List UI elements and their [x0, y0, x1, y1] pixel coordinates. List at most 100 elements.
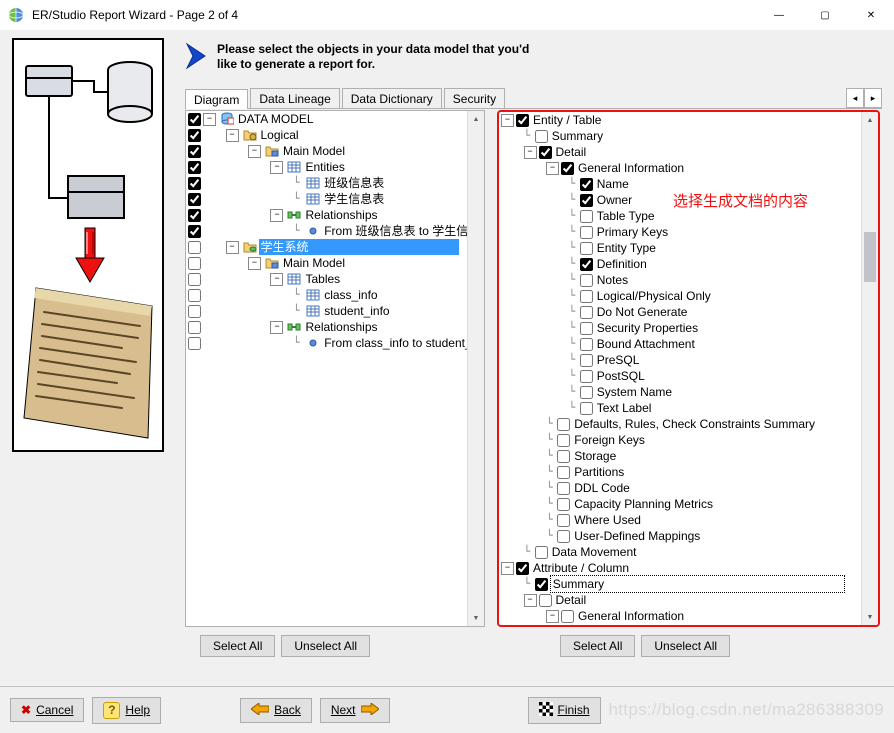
tree-checkbox[interactable]	[188, 209, 201, 222]
tree-checkbox[interactable]	[539, 146, 552, 159]
tree-checkbox[interactable]	[516, 114, 529, 127]
tree-row[interactable]: └ student_info	[186, 303, 468, 319]
options-tree-scrollbar[interactable]: ▲▼	[861, 112, 878, 625]
tree-row[interactable]: −General Information	[499, 160, 862, 176]
tab-scroll-right[interactable]: ▸	[864, 88, 882, 108]
tree-row[interactable]: └ Do Not Generate	[499, 304, 862, 320]
tree-checkbox[interactable]	[188, 193, 201, 206]
back-button[interactable]: Back	[240, 698, 312, 723]
tree-checkbox[interactable]	[580, 226, 593, 239]
tree-row[interactable]: −学生系统	[186, 239, 468, 255]
tree-checkbox[interactable]	[188, 113, 201, 126]
tab-scroll-left[interactable]: ◂	[846, 88, 864, 108]
tab-data-dictionary[interactable]: Data Dictionary	[342, 88, 442, 108]
tree-row[interactable]: └ Security Properties	[499, 320, 862, 336]
tree-checkbox[interactable]	[557, 514, 570, 527]
tree-checkbox[interactable]	[188, 145, 201, 158]
tab-security[interactable]: Security	[444, 88, 505, 108]
cancel-button[interactable]: ✖ Cancel	[10, 698, 84, 722]
tree-row[interactable]: └ Logical/Physical Only	[499, 288, 862, 304]
tree-row[interactable]: −Entities	[186, 159, 468, 175]
tree-row[interactable]: └ System Name	[499, 384, 862, 400]
tree-checkbox[interactable]	[539, 594, 552, 607]
tree-checkbox[interactable]	[188, 177, 201, 190]
tree-checkbox[interactable]	[557, 498, 570, 511]
tree-row[interactable]: └ Primary Keys	[499, 224, 862, 240]
tree-checkbox[interactable]	[188, 225, 201, 238]
tree-row[interactable]: └ Where Used	[499, 512, 862, 528]
maximize-button[interactable]: ▢	[802, 0, 848, 30]
tree-checkbox[interactable]	[580, 178, 593, 191]
tree-checkbox[interactable]	[557, 434, 570, 447]
tree-checkbox[interactable]	[188, 337, 201, 350]
tree-checkbox[interactable]	[188, 129, 201, 142]
left-unselect-all-button[interactable]: Unselect All	[281, 635, 370, 657]
tree-row[interactable]: └ User-Defined Mappings	[499, 528, 862, 544]
tree-toggle[interactable]: −	[270, 161, 283, 174]
close-button[interactable]: ✕	[848, 0, 894, 30]
tree-row[interactable]: └ Notes	[499, 272, 862, 288]
left-select-all-button[interactable]: Select All	[200, 635, 275, 657]
tree-row[interactable]: └ class_info	[186, 287, 468, 303]
tree-row[interactable]: └ Entity Type	[499, 240, 862, 256]
tree-toggle[interactable]: −	[270, 321, 283, 334]
tree-row[interactable]: └ Partitions	[499, 464, 862, 480]
tree-toggle[interactable]: −	[501, 114, 514, 127]
tree-toggle[interactable]: −	[524, 146, 537, 159]
tree-checkbox[interactable]	[580, 258, 593, 271]
tree-toggle[interactable]: −	[226, 241, 239, 254]
tree-checkbox[interactable]	[516, 562, 529, 575]
tree-checkbox[interactable]	[557, 418, 570, 431]
tree-checkbox[interactable]	[188, 273, 201, 286]
tree-row[interactable]: └ Storage	[499, 448, 862, 464]
tree-row[interactable]: −Tables	[186, 271, 468, 287]
tree-row[interactable]: └ Summary	[499, 576, 862, 592]
tree-row[interactable]: −Main Model	[186, 255, 468, 271]
tree-toggle[interactable]: −	[248, 145, 261, 158]
tree-row[interactable]: └ Data Movement	[499, 544, 862, 560]
tree-checkbox[interactable]	[535, 578, 548, 591]
tree-toggle[interactable]: −	[546, 162, 559, 175]
right-select-all-button[interactable]: Select All	[560, 635, 635, 657]
tree-row[interactable]: −Relationships	[186, 319, 468, 335]
tab-diagram[interactable]: Diagram	[185, 89, 248, 109]
tree-row[interactable]: └ Capacity Planning Metrics	[499, 496, 862, 512]
tree-row[interactable]: −DATA MODEL	[186, 111, 468, 127]
tree-checkbox[interactable]	[535, 546, 548, 559]
next-button[interactable]: Next	[320, 698, 390, 723]
tree-checkbox[interactable]	[188, 161, 201, 174]
tree-checkbox[interactable]	[580, 194, 593, 207]
tree-checkbox[interactable]	[557, 450, 570, 463]
tree-row[interactable]: −Logical	[186, 127, 468, 143]
tree-toggle[interactable]: −	[546, 610, 559, 623]
tree-row[interactable]: └ PostSQL	[499, 368, 862, 384]
tree-checkbox[interactable]	[557, 466, 570, 479]
tree-checkbox[interactable]	[580, 338, 593, 351]
tree-checkbox[interactable]	[188, 321, 201, 334]
tree-checkbox[interactable]	[580, 290, 593, 303]
tree-row[interactable]: └ Text Label	[499, 400, 862, 416]
tree-checkbox[interactable]	[580, 210, 593, 223]
tree-checkbox[interactable]	[580, 274, 593, 287]
tree-row[interactable]: └ DDL Code	[499, 480, 862, 496]
tree-toggle[interactable]: −	[270, 209, 283, 222]
tree-checkbox[interactable]	[580, 242, 593, 255]
tree-row[interactable]: −Relationships	[186, 207, 468, 223]
tree-toggle[interactable]: −	[270, 273, 283, 286]
tree-row[interactable]: └ PreSQL	[499, 352, 862, 368]
tree-row[interactable]: └ Summary	[499, 128, 862, 144]
tree-checkbox[interactable]	[188, 241, 201, 254]
tree-checkbox[interactable]	[580, 402, 593, 415]
options-tree[interactable]: −Entity / Table └ Summary −Detail −Gener…	[499, 112, 862, 625]
tree-checkbox[interactable]	[557, 482, 570, 495]
tree-row[interactable]: −Entity / Table	[499, 112, 862, 128]
tree-checkbox[interactable]	[580, 370, 593, 383]
tree-row[interactable]: −General Information	[499, 608, 862, 624]
tree-checkbox[interactable]	[580, 354, 593, 367]
tree-toggle[interactable]: −	[226, 129, 239, 142]
tree-checkbox[interactable]	[535, 130, 548, 143]
tree-checkbox[interactable]	[557, 530, 570, 543]
tree-toggle[interactable]: −	[501, 562, 514, 575]
tab-data-lineage[interactable]: Data Lineage	[250, 88, 339, 108]
tree-checkbox[interactable]	[580, 386, 593, 399]
